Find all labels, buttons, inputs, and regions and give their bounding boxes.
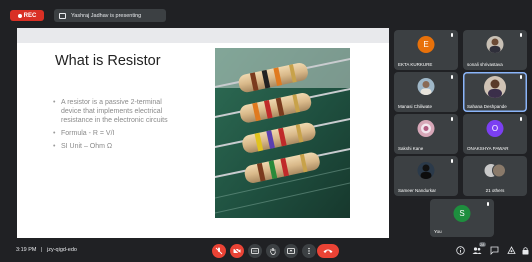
bottom-bar: 3:19 PM | jzy-qigd-edo 28 [0,240,532,262]
mic-off-icon [520,117,522,121]
participant-tile[interactable]: Manasi Chiliwate [394,72,458,112]
avatar [417,78,435,95]
avatar-initial: S [459,209,465,218]
leave-call-button[interactable] [317,244,339,258]
present-screen-icon [59,12,66,19]
others-avatars [483,162,507,179]
others-tile[interactable]: 21 others [463,156,527,196]
captions-button[interactable] [248,244,262,258]
mic-off-icon [520,33,522,37]
present-button[interactable] [284,244,298,258]
avatar-photo [421,123,431,134]
avatar [417,162,435,179]
people-icon [472,247,482,254]
participant-name: Sahana Deshpande [467,104,507,109]
resistor-photo [215,48,350,218]
mic-off-icon [520,75,522,79]
avatar [417,120,435,137]
others-count: 21 others [485,188,505,193]
participant-name: EKTA KURKURE [398,62,433,67]
mic-off-icon [451,117,453,121]
record-dot-icon [17,13,22,18]
chat-button[interactable] [489,245,499,256]
participant-name: sonali shrivastava [467,62,503,67]
avatar: E [417,36,435,53]
info-icon [455,246,465,255]
participant-tile[interactable]: Sakshi Kane [394,114,458,154]
slide-bullets: A resistor is a passive 2-terminal devic… [53,98,179,155]
mic-off-icon [215,247,223,255]
self-tile[interactable]: S You [430,199,494,237]
raise-hand-button[interactable] [266,244,280,258]
presenting-text: Yashraj Jadhav is presenting [71,12,142,19]
slide-title: What is Resistor [55,53,161,69]
avatar: S [453,205,471,222]
slide-header-band [17,28,389,43]
host-controls-icon [522,247,528,255]
people-button[interactable]: 28 [472,242,486,256]
activities-icon [506,246,516,254]
meeting-separator: | [41,247,43,253]
raise-hand-icon [270,248,276,255]
slide-bullet: A resistor is a passive 2-terminal devic… [53,98,179,125]
more-options-icon [308,247,310,255]
meeting-info-button[interactable] [455,245,465,256]
presenting-banner[interactable]: Yashraj Jadhav is presenting [54,9,166,22]
participant-name: Sameer Nandurkar [398,188,437,193]
mic-toggle-button[interactable] [212,244,226,258]
mic-off-icon [487,202,489,206]
participant-name: Manasi Chiliwate [398,104,433,109]
participant-name: You [434,229,442,234]
slide-bullet: Formula - R = V/I [53,129,179,138]
avatar: O [486,120,504,137]
slide-bullet: SI Unit – Ohm Ω [53,142,179,151]
meeting-code: jzy-qigd-edo [46,247,77,253]
top-bar: REC Yashraj Jadhav is presenting [0,0,532,24]
camera-off-icon [233,247,241,255]
avatar-photo [489,38,501,53]
avatar-photo [420,81,432,95]
more-options-button[interactable] [302,244,316,258]
recording-badge: REC [10,10,44,21]
avatar-stack [484,163,506,178]
camera-toggle-button[interactable] [230,244,244,258]
participant-tile[interactable]: E EKTA KURKURE [394,30,458,70]
participant-tile[interactable]: sonali shrivastava [463,30,527,70]
avatar [486,36,504,53]
host-controls-button[interactable] [520,245,530,256]
participant-tile[interactable]: O ONAKSHYA PAWAR [463,114,527,154]
resistor-photo-image [215,48,350,218]
participant-name: Sakshi Kane [398,146,424,151]
chat-icon [490,246,498,255]
shared-screen: What is Resistor A resistor is a passive… [17,28,389,238]
participant-name: ONAKSHYA PAWAR [467,146,509,151]
present-icon [287,248,295,254]
mic-off-icon [451,33,453,37]
recording-label: REC [23,12,37,19]
avatar-photo [420,164,432,179]
people-count-badge: 28 [478,242,486,247]
participant-tile[interactable]: Sameer Nandurkar [394,156,458,196]
meeting-time: 3:19 PM [16,247,37,253]
leave-call-icon [323,249,333,253]
avatar-initial: O [491,124,499,133]
avatar-photo [488,79,502,98]
mic-off-icon [451,159,453,163]
captions-icon [251,248,259,254]
avatar-initial: E [423,40,429,49]
avatar [484,76,506,98]
participant-tile-active[interactable]: Sahana Deshpande [463,72,527,112]
activities-button[interactable] [506,245,516,256]
meeting-details: 3:19 PM | jzy-qigd-edo [16,247,77,253]
mic-off-icon [451,75,453,79]
